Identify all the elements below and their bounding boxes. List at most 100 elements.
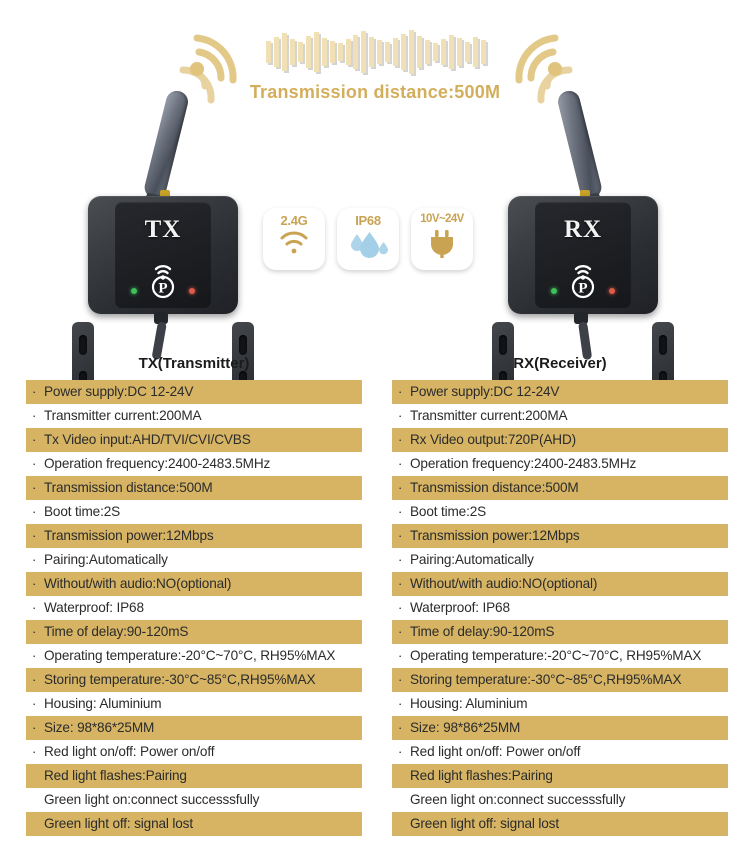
spec-row-text: Transmission power:12Mbps: [410, 528, 580, 543]
bullet-dot: ·: [398, 528, 403, 543]
spec-row: · Operation frequency:2400-2483.5MHz: [26, 452, 362, 476]
spec-row: · Storing temperature:-30°C~85°C,RH95%MAX: [26, 668, 362, 692]
spec-row-text: Operating temperature:-20°C~70°C, RH95%M…: [410, 648, 702, 663]
bullet-dot: ·: [398, 648, 403, 663]
spec-row: · Without/with audio:NO(optional): [392, 572, 728, 596]
bullet-dot: ·: [32, 408, 37, 423]
module-faceplate: RX P: [535, 202, 631, 308]
bullet-dot: ·: [398, 408, 403, 423]
spec-row: · Boot time:2S: [392, 500, 728, 524]
module-label: RX: [563, 216, 603, 243]
spec-row: · Time of delay:90-120mS: [26, 620, 362, 644]
bullet-dot: ·: [32, 744, 37, 759]
red-led: [189, 288, 195, 294]
wave-bar: [385, 42, 391, 62]
bullet-dot: ·: [32, 384, 37, 399]
spec-row: · Operating temperature:-20°C~70°C, RH95%…: [392, 644, 728, 668]
bullet-dot: ·: [32, 720, 37, 735]
bullet-dot: ·: [32, 528, 37, 543]
badge-label: 10V~24V: [420, 213, 464, 225]
spec-row: · Transmission power:12Mbps: [26, 524, 362, 548]
spec-row-text: Green light on:connect successsfully: [44, 792, 260, 807]
spec-row-text: Time of delay:90-120mS: [44, 624, 189, 639]
wave-bar: [289, 39, 295, 65]
bullet-dot: ·: [398, 576, 403, 591]
spec-row: · Housing: Aluminium: [392, 692, 728, 716]
spec-row-text: Rx Video output:720P(AHD): [410, 432, 577, 447]
spec-row: · Power supply:DC 12-24V: [26, 380, 362, 404]
water-drop-icon: [346, 230, 390, 258]
spec-row-text: Transmission power:12Mbps: [44, 528, 214, 543]
receiver-module: RX P: [492, 88, 674, 404]
spec-row: · Operation frequency:2400-2483.5MHz: [392, 452, 728, 476]
bullet-dot: ·: [398, 432, 403, 447]
power-plug-icon: [426, 229, 458, 259]
spec-row-text: Pairing:Automatically: [44, 552, 168, 567]
wave-bar: [369, 37, 375, 67]
bullet-dot: ·: [32, 648, 37, 663]
spec-row: · Time of delay:90-120mS: [392, 620, 728, 644]
spec-row-text: Boot time:2S: [410, 504, 487, 519]
spec-row: · Operating temperature:-20°C~70°C, RH95%…: [26, 644, 362, 668]
bullet-dot: ·: [398, 600, 403, 615]
spec-row-text: Green light on:connect successsfully: [410, 792, 626, 807]
bullet-dot: ·: [398, 696, 403, 711]
wave-bar: [361, 31, 367, 73]
bullet-dot: ·: [398, 480, 403, 495]
transmitter-module: TX P: [72, 88, 254, 404]
spec-row-text: Size: 98*86*25MM: [44, 720, 155, 735]
wave-bar: [456, 38, 462, 66]
bullet-dot: ·: [398, 672, 403, 687]
spec-row-text: Time of delay:90-120mS: [410, 624, 555, 639]
spec-row-text: Without/with audio:NO(optional): [410, 576, 598, 591]
wave-bar: [448, 35, 454, 69]
wave-bar: [425, 40, 431, 64]
bullet-dot: ·: [32, 504, 37, 519]
wave-bar: [305, 36, 311, 68]
spec-row: · Size: 98*86*25MM: [26, 716, 362, 740]
svg-text:P: P: [158, 281, 167, 297]
sound-wave-bars: [266, 24, 486, 80]
spec-row: · Storing temperature:-30°C~85°C,RH95%MAX: [392, 668, 728, 692]
spec-column-rx: RX(Receiver) · Power supply:DC 12-24V · Tra…: [392, 352, 728, 836]
pairing-p-icon[interactable]: P: [561, 260, 605, 300]
spec-row: · Size: 98*86*25MM: [392, 716, 728, 740]
wave-bar: [393, 38, 399, 66]
wave-bar: [401, 34, 407, 70]
svg-text:P: P: [578, 281, 587, 297]
wave-bar: [313, 32, 319, 72]
module-label: TX: [144, 216, 182, 243]
badge-frequency: 2.4G: [263, 208, 325, 270]
spec-row-text: Storing temperature:-30°C~85°C,RH95%MAX: [44, 672, 316, 687]
bullet-dot: ·: [32, 480, 37, 495]
wave-bar: [297, 42, 303, 62]
spec-row: · Boot time:2S: [26, 500, 362, 524]
badge-voltage: 10V~24V: [411, 208, 473, 270]
spec-row: · Transmitter current:200MA: [26, 404, 362, 428]
pairing-p-icon[interactable]: P: [141, 260, 185, 300]
spec-row-text: Red light on/off: Power on/off: [44, 744, 215, 759]
green-led: [131, 288, 137, 294]
spec-row-text: Red light flashes:Pairing: [44, 768, 187, 783]
spec-row: · Waterproof: IP68: [392, 596, 728, 620]
spec-row-text: Transmission distance:500M: [44, 480, 213, 495]
spec-row: Green light on:connect successsfully: [392, 788, 728, 812]
bullet-dot: ·: [398, 552, 403, 567]
spec-row: Green light on:connect successsfully: [26, 788, 362, 812]
bullet-dot: ·: [32, 624, 37, 639]
spec-row-text: Operation frequency:2400-2483.5MHz: [44, 456, 271, 471]
spec-row-text: Tx Video input:AHD/TVI/CVI/CVBS: [44, 432, 251, 447]
wave-bar: [337, 43, 343, 61]
spec-row-text: Red light on/off: Power on/off: [410, 744, 581, 759]
spec-row-text: Housing: Aluminium: [44, 696, 162, 711]
spec-column-tx: TX(Transmitter) · Power supply:DC 12-24V ·…: [26, 352, 362, 836]
spec-row: · Red light on/off: Power on/off: [392, 740, 728, 764]
wave-bar: [329, 41, 335, 63]
spec-row: · Waterproof: IP68: [26, 596, 362, 620]
spec-row-text: Green light off: signal lost: [44, 816, 193, 831]
spec-row-text: Size: 98*86*25MM: [410, 720, 521, 735]
spec-row-text: Storing temperature:-30°C~85°C,RH95%MAX: [410, 672, 682, 687]
wave-bar: [440, 39, 446, 65]
spec-row: · Housing: Aluminium: [26, 692, 362, 716]
spec-row: · Power supply:DC 12-24V: [392, 380, 728, 404]
